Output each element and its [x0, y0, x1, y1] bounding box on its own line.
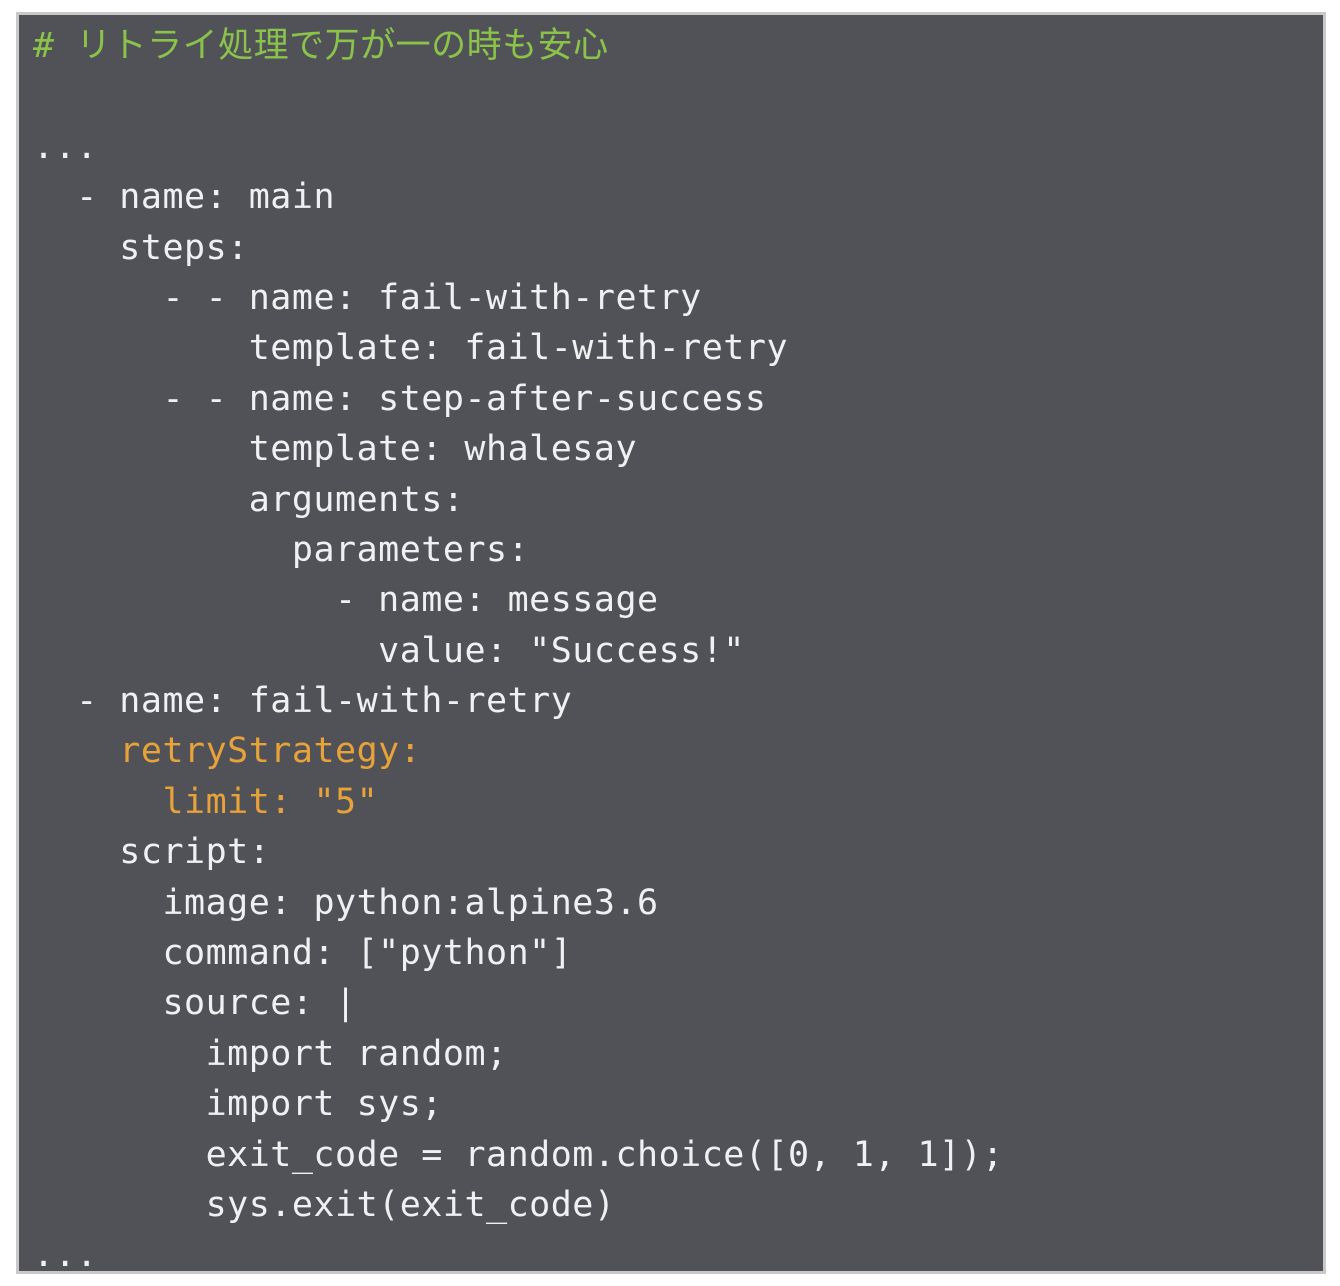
- code-line-text: value: "Success!": [378, 630, 745, 671]
- code-line: ...: [33, 1230, 1313, 1274]
- code-line: source: |: [33, 978, 1313, 1028]
- code-line-text: script:: [119, 832, 271, 873]
- code-line: command: ["python"]: [33, 928, 1313, 978]
- code-line-text: - - name: step-after-success: [162, 378, 767, 419]
- code-line: sys.exit(exit_code): [33, 1180, 1313, 1230]
- code-line-text: - name: fail-with-retry: [76, 681, 573, 722]
- code-line-text: ...: [33, 126, 98, 167]
- code-line-text: template: fail-with-retry: [248, 328, 789, 369]
- code-line-text: import random;: [205, 1033, 508, 1074]
- code-line: value: "Success!": [33, 626, 1313, 676]
- code-line: script:: [33, 827, 1313, 877]
- code-line-text: sys.exit(exit_code): [205, 1184, 616, 1225]
- code-line-text: import sys;: [205, 1084, 443, 1125]
- code-line-comment: # リトライ処理で万が一の時も安心: [33, 21, 1313, 71]
- code-line-text: command: ["python"]: [162, 933, 573, 974]
- code-line-text: template: whalesay: [248, 429, 638, 470]
- code-line: steps:: [33, 223, 1313, 273]
- code-line-text: steps:: [119, 227, 249, 268]
- code-line: import random;: [33, 1029, 1313, 1079]
- code-line-text: - - name: fail-with-retry: [162, 277, 702, 318]
- code-line: ...: [33, 122, 1313, 172]
- code-line: arguments:: [33, 475, 1313, 525]
- code-line-text: limit: "5": [162, 781, 379, 822]
- code-line-text: - name: main: [76, 177, 336, 218]
- code-line: template: whalesay: [33, 424, 1313, 474]
- code-line: - name: fail-with-retry: [33, 676, 1313, 726]
- code-line-text: arguments:: [248, 479, 465, 520]
- code-line: - - name: fail-with-retry: [33, 273, 1313, 323]
- code-line-text: retryStrategy:: [119, 731, 422, 772]
- code-block: # リトライ処理で万が一の時も安心 ... - name: main steps…: [16, 12, 1326, 1274]
- code-line: image: python:alpine3.6: [33, 878, 1313, 928]
- code-line-highlight: retryStrategy:: [33, 726, 1313, 776]
- code-line: - name: message: [33, 575, 1313, 625]
- code-line-text: image: python:alpine3.6: [162, 882, 659, 923]
- code-line-highlight: limit: "5": [33, 777, 1313, 827]
- code-line-text: exit_code = random.choice([0, 1, 1]);: [205, 1134, 1004, 1175]
- code-line-text: - name: message: [335, 580, 659, 621]
- code-line-text: source: |: [162, 983, 357, 1024]
- code-line: - name: main: [33, 172, 1313, 222]
- code-line-text: # リトライ処理で万が一の時も安心: [33, 26, 609, 66]
- code-line: import sys;: [33, 1079, 1313, 1129]
- code-line: - - name: step-after-success: [33, 374, 1313, 424]
- code-line-text: ...: [33, 1235, 98, 1274]
- code-line: parameters:: [33, 525, 1313, 575]
- code-line: template: fail-with-retry: [33, 323, 1313, 373]
- code-line: exit_code = random.choice([0, 1, 1]);: [33, 1130, 1313, 1180]
- code-line-text: parameters:: [291, 529, 530, 570]
- code-text: # リトライ処理で万が一の時も安心 ... - name: main steps…: [33, 21, 1313, 1274]
